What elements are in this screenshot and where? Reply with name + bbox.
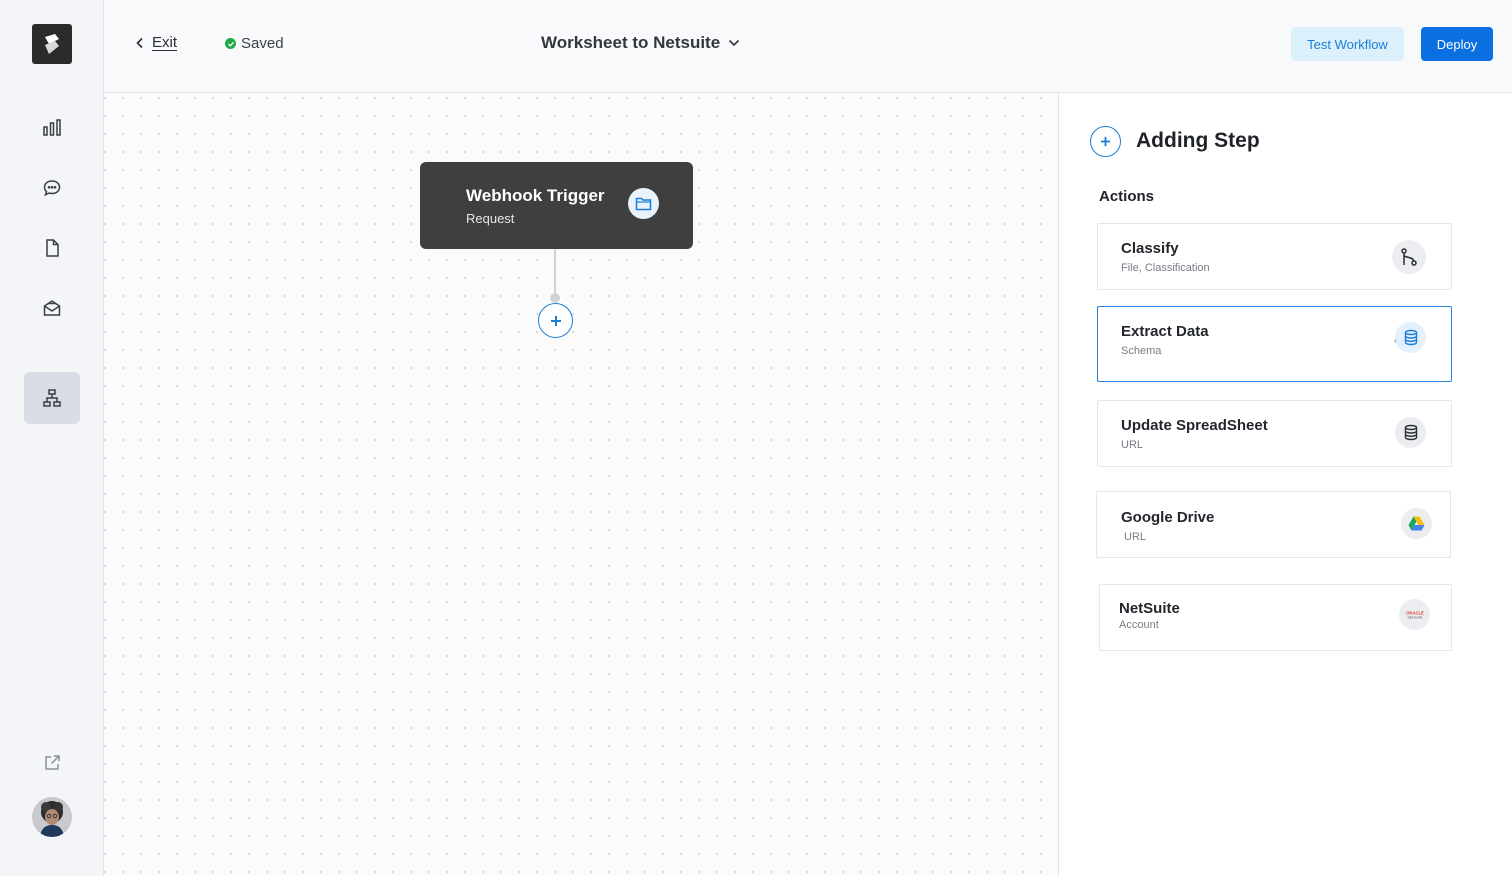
app-logo[interactable] bbox=[32, 24, 72, 64]
workflow-title-dropdown[interactable]: Worksheet to Netsuite bbox=[541, 33, 740, 53]
exit-button[interactable]: Exit bbox=[136, 34, 177, 51]
google-drive-icon bbox=[1401, 508, 1432, 539]
adding-step-panel: Adding Step Actions Classify File, Class… bbox=[1058, 93, 1512, 876]
action-card-classify[interactable]: Classify File, Classification bbox=[1097, 223, 1452, 290]
panel-title: Adding Step bbox=[1136, 129, 1260, 152]
workflow-hierarchy-icon bbox=[43, 389, 61, 407]
plus-circle-icon bbox=[1090, 126, 1121, 157]
chat-bubble-icon bbox=[43, 180, 61, 197]
nav-chat[interactable] bbox=[24, 162, 80, 214]
git-branch-icon bbox=[1392, 240, 1426, 274]
app-logo-icon bbox=[45, 34, 59, 54]
action-card-google-drive[interactable]: Google Drive URL bbox=[1096, 491, 1451, 558]
oracle-netsuite-logo-icon: ORACLE NETSUITE bbox=[1399, 599, 1430, 630]
check-circle-icon bbox=[225, 38, 236, 49]
action-card-subtitle: URL bbox=[1124, 531, 1147, 543]
top-bar: Exit Saved Worksheet to Netsuite Test Wo… bbox=[104, 0, 1512, 93]
database-icon bbox=[1395, 322, 1426, 353]
action-card-extract-data[interactable]: Extract Data Schema bbox=[1097, 306, 1452, 382]
action-card-subtitle: URL bbox=[1121, 439, 1144, 451]
nav-inbox[interactable] bbox=[24, 282, 80, 334]
action-card-subtitle: Schema bbox=[1121, 345, 1162, 357]
exit-label: Exit bbox=[152, 34, 178, 51]
deploy-button[interactable]: Deploy bbox=[1421, 27, 1493, 61]
nav-documents[interactable] bbox=[24, 222, 80, 274]
action-card-title: Classify bbox=[1121, 240, 1179, 257]
plus-icon bbox=[550, 315, 561, 326]
document-icon bbox=[46, 239, 59, 257]
svg-text:NETSUITE: NETSUITE bbox=[1407, 615, 1422, 619]
nav-analytics[interactable] bbox=[24, 102, 80, 154]
test-workflow-button[interactable]: Test Workflow bbox=[1291, 27, 1404, 61]
node-connector-dot bbox=[550, 293, 560, 303]
workflow-canvas[interactable]: Webhook Trigger Request bbox=[104, 93, 1058, 876]
nav-external-link[interactable] bbox=[24, 737, 80, 789]
envelope-open-icon bbox=[43, 300, 61, 316]
action-card-title: Google Drive bbox=[1121, 509, 1215, 526]
folder-icon bbox=[628, 188, 659, 219]
chevron-down-icon bbox=[729, 39, 740, 47]
actions-section-label: Actions bbox=[1099, 188, 1155, 205]
chevron-left-icon bbox=[136, 37, 143, 48]
action-card-title: NetSuite bbox=[1119, 600, 1180, 617]
save-status: Saved bbox=[225, 35, 284, 52]
nav-workflows[interactable] bbox=[24, 372, 80, 424]
user-avatar[interactable] bbox=[32, 797, 72, 837]
database-icon bbox=[1395, 417, 1426, 448]
bar-chart-icon bbox=[43, 119, 61, 136]
trigger-node-title: Webhook Trigger bbox=[466, 186, 605, 205]
webhook-trigger-node[interactable]: Webhook Trigger Request bbox=[420, 162, 693, 249]
save-status-label: Saved bbox=[241, 35, 284, 52]
add-step-button[interactable] bbox=[538, 303, 573, 338]
workflow-title: Worksheet to Netsuite bbox=[541, 33, 721, 52]
external-link-icon bbox=[45, 755, 60, 770]
action-card-netsuite[interactable]: NetSuite Account ORACLE NETSUITE bbox=[1099, 584, 1452, 651]
action-card-title: Extract Data bbox=[1121, 323, 1209, 340]
action-card-title: Update SpreadSheet bbox=[1121, 417, 1268, 434]
action-card-subtitle: Account bbox=[1119, 619, 1159, 631]
user-avatar-image bbox=[32, 797, 72, 837]
node-connector-line bbox=[554, 249, 556, 295]
action-card-update-spreadsheet[interactable]: Update SpreadSheet URL bbox=[1097, 400, 1452, 467]
action-card-subtitle: File, Classification bbox=[1121, 262, 1210, 274]
trigger-node-subtitle: Request bbox=[466, 211, 515, 226]
sidebar bbox=[0, 0, 104, 876]
